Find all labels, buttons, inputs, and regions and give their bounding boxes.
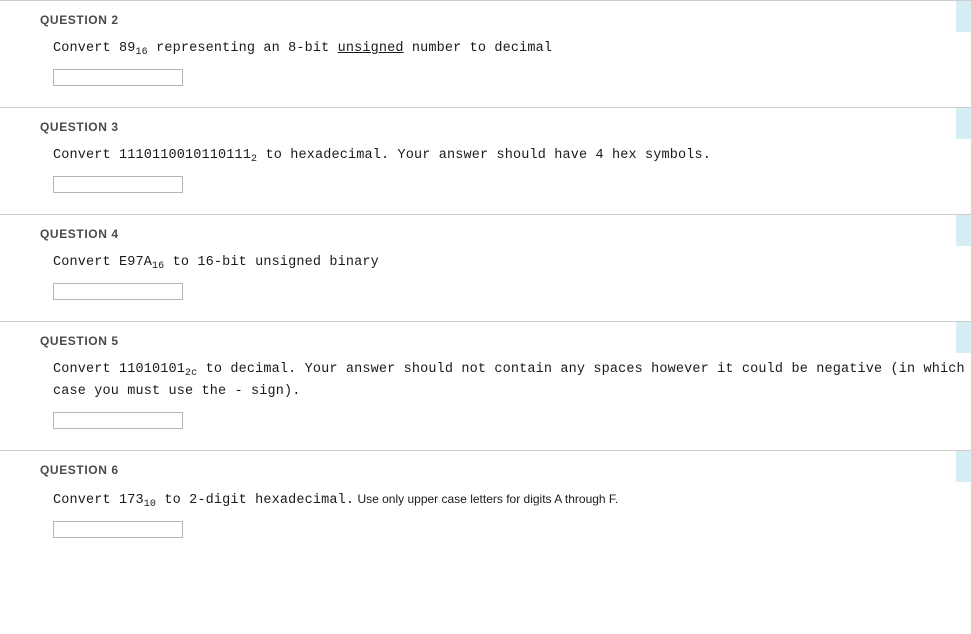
question-block: QUESTION 6 Convert 17310 to 2-digit hexad… [0,450,971,558]
answer-input[interactable] [53,521,183,538]
prompt-segment: Convert 89 [53,41,136,56]
question-status-tab [955,1,971,32]
question-block: QUESTION 4 Convert E97A16 to 16-bit unsig… [0,214,971,320]
question-block: QUESTION 3 Convert 11101100101101112 to h… [0,107,971,213]
emphasis-underline: unsigned [337,41,404,56]
prompt-segment: Convert 1110110010110111 [53,148,252,163]
question-body: Convert 110101012c to decimal. Your answ… [0,348,971,449]
answer-input[interactable] [53,283,183,300]
radix-subscript: 2c [185,368,198,379]
block-gap [0,558,971,559]
prompt-segment: number to decimal [403,41,553,56]
prompt-segment: Convert 11010101 [53,362,186,377]
question-prompt-text: Convert 8916 representing an 8-bit unsig… [53,27,971,60]
answer-input[interactable] [53,176,183,193]
answer-input[interactable] [53,412,183,429]
question-status-tab [955,215,971,246]
question-body: Convert 8916 representing an 8-bit unsig… [0,27,971,106]
question-status-tab [955,108,971,139]
prompt-segment: Convert E97A [53,255,153,270]
question-heading: QUESTION 4 [40,227,119,241]
question-status-tab [955,322,971,353]
question-heading: QUESTION 6 [40,463,119,477]
question-prompt-text: Convert 110101012c to decimal. Your answ… [53,348,971,403]
question-prompt-text: Convert 11101100101101112 to hexadecimal… [53,134,971,167]
question-body: Convert E97A16 to 16-bit unsigned binary [0,241,971,320]
question-heading: QUESTION 5 [40,334,119,348]
quiz-question-list: QUESTION 2 Convert 8916 representing an 8… [0,0,971,634]
prompt-segment: to 16-bit unsigned binary [164,255,379,270]
answer-input[interactable] [53,69,183,86]
prompt-note: Use only upper case letters for digits A… [354,492,619,506]
prompt-segment: to hexadecimal. Your answer should have … [257,148,712,163]
question-block: QUESTION 2 Convert 8916 representing an 8… [0,0,971,106]
question-body: Convert 17310 to 2-digit hexadecimal. Us… [0,477,971,558]
question-status-tab [955,451,971,482]
question-block: QUESTION 5 Convert 110101012c to decimal.… [0,321,971,449]
question-heading: QUESTION 3 [40,120,119,134]
prompt-segment: to 2-digit hexadecimal. [156,493,355,508]
radix-subscript: 10 [143,499,157,510]
question-heading: QUESTION 2 [40,13,119,27]
radix-subscript: 16 [135,47,148,58]
question-body: Convert 11101100101101112 to hexadecimal… [0,134,971,213]
question-prompt-text: Convert 17310 to 2-digit hexadecimal. Us… [53,477,971,512]
prompt-segment: representing an 8-bit [147,41,338,56]
prompt-segment: Convert 173 [53,493,144,508]
radix-subscript: 16 [152,261,165,272]
question-prompt-text: Convert E97A16 to 16-bit unsigned binary [53,241,971,274]
